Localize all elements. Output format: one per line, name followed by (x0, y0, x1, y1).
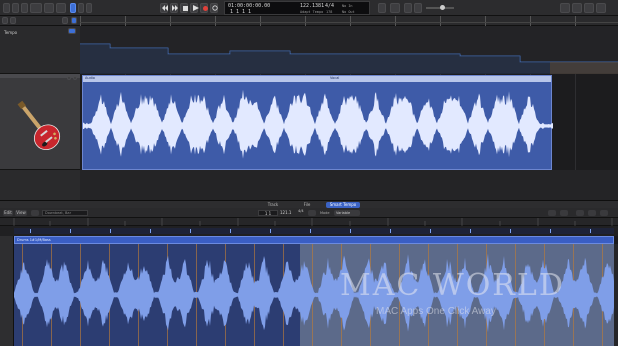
record-button[interactable] (200, 3, 208, 13)
editor-option-1[interactable] (576, 210, 584, 216)
lcd-signature: 4/4 (325, 3, 335, 9)
editor-region-name: Drums 1#1/M/Bass (17, 238, 51, 242)
editor-zoom-in[interactable] (560, 210, 568, 216)
tracks-header (0, 16, 80, 26)
lcd-display[interactable]: 01:00:00:00.00 1 1 1 1 122.1381 4/4 Adap… (224, 1, 370, 15)
rewind-icon (162, 5, 168, 11)
mute-button[interactable] (67, 76, 71, 80)
edit-menu[interactable]: Edit (3, 210, 13, 216)
solo-button[interactable] (390, 3, 400, 13)
tempo-track-label: Tempo (4, 30, 18, 35)
forward-button[interactable] (170, 3, 178, 13)
tempo-edit-button[interactable] (68, 28, 76, 34)
solo-track-button[interactable] (73, 76, 77, 80)
editor-tab-bar: Track File Smart Tempo (0, 200, 618, 208)
audio-track-header[interactable] (0, 74, 80, 170)
tempo-field[interactable]: 121.1 (280, 210, 294, 216)
watermark-sub: MAC Apps One Click Away (376, 306, 496, 317)
empty-track-area[interactable] (0, 170, 618, 200)
list-editor-button[interactable] (70, 3, 76, 13)
count-in-button[interactable] (404, 3, 412, 13)
region-label-2: Vocal (330, 76, 340, 80)
region-name: Audio (85, 76, 95, 80)
list-editors-button[interactable] (560, 3, 570, 13)
editor-option-3[interactable] (600, 210, 608, 216)
tempo-curve (80, 43, 618, 74)
watermark-main: MAC WORLD (340, 268, 565, 303)
loops-button[interactable] (584, 3, 594, 13)
watermark: MAC WORLD MAC Apps One Click Away (340, 268, 610, 328)
cycle-button[interactable] (210, 3, 218, 13)
metronome-button[interactable] (414, 3, 422, 13)
volume-knob[interactable] (440, 5, 445, 10)
editor-beat-markers[interactable] (0, 226, 618, 236)
catch-playhead-button[interactable] (71, 17, 77, 24)
master-volume-slider[interactable] (426, 5, 454, 10)
mixer-button[interactable] (44, 3, 54, 13)
electric-guitar-icon (17, 100, 61, 151)
lcd-tempo-label: Adapt Tempo (300, 10, 324, 14)
cycle-icon (212, 5, 218, 11)
audio-waveform (83, 89, 553, 159)
stop-button[interactable] (180, 3, 188, 13)
editor-toolbar: Edit View Downbeat, Bar 1 1 121.1 4/4 Mo… (0, 208, 618, 218)
rewind-button[interactable] (160, 3, 168, 13)
logic-pro-window: 01:00:00:00.00 1 1 1 1 122.1381 4/4 Adap… (0, 0, 618, 346)
editors-button[interactable] (56, 3, 66, 13)
signature-field[interactable]: 4/4 (298, 209, 306, 217)
editor-region-bar[interactable]: Drums 1#1/M/Bass (14, 236, 614, 244)
lcd-bars: 1 1 1 1 (230, 9, 252, 15)
editor-option-2[interactable] (588, 210, 596, 216)
view-menu[interactable]: View (15, 210, 27, 216)
track-options-button[interactable] (10, 17, 16, 24)
inspector-button[interactable] (12, 3, 19, 13)
forward-icon (172, 5, 178, 11)
play-icon (192, 5, 199, 11)
tempo-track-header[interactable]: Tempo (0, 26, 80, 74)
editor-ruler-ticks (13, 218, 613, 226)
lcd-key: No In (342, 4, 353, 8)
region-name-field[interactable]: Downbeat, Bar (42, 210, 88, 216)
stop-icon (182, 5, 188, 11)
control-bar: 01:00:00:00.00 1 1 1 1 122.1381 4/4 Adap… (0, 0, 618, 16)
editor-left-gutter (0, 236, 14, 346)
browsers-button[interactable] (596, 3, 606, 13)
bar-ruler[interactable] (80, 16, 618, 26)
tempo-lane[interactable] (80, 26, 618, 74)
tempo-menu-button[interactable] (308, 210, 316, 216)
toolbar-button[interactable] (21, 3, 28, 13)
note-pad-button[interactable] (78, 3, 84, 13)
lcd-tempo: 122.1381 (300, 3, 325, 9)
pointer-tool[interactable] (31, 210, 39, 216)
smart-controls-button[interactable] (30, 3, 42, 13)
record-icon (202, 5, 208, 11)
editor-zoom-out[interactable] (548, 210, 556, 216)
notes-button[interactable] (572, 3, 582, 13)
lcd-key2: No Out (342, 10, 355, 14)
editor-ruler[interactable] (0, 218, 618, 226)
global-tracks-button[interactable] (62, 17, 68, 24)
loop-browser-button[interactable] (86, 3, 92, 13)
play-button[interactable] (190, 3, 199, 13)
mode-select[interactable]: Variable (334, 210, 360, 216)
library-button[interactable] (3, 3, 10, 13)
lcd-sig-label: 178 (326, 10, 333, 14)
add-track-button[interactable] (2, 17, 8, 24)
audio-region[interactable]: Audio Vocal (82, 75, 553, 170)
beat-marker-row (14, 228, 614, 234)
tuner-button[interactable] (378, 3, 386, 13)
mode-label: Mode (320, 211, 330, 215)
position-field[interactable]: 1 1 (258, 210, 278, 216)
